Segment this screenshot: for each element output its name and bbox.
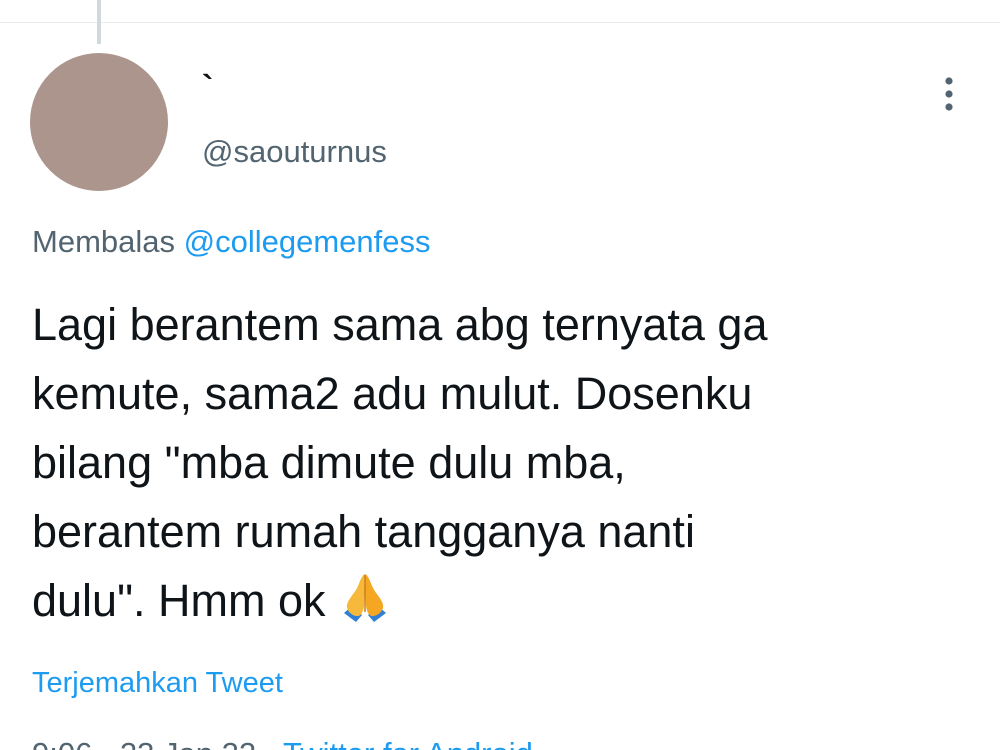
tweet-timestamp[interactable]: 9:06 · 23 Jan 22 · xyxy=(32,736,283,750)
translate-tweet-link[interactable]: Terjemahkan Tweet xyxy=(32,664,283,702)
reply-mention-link[interactable]: @collegemenfess xyxy=(184,224,431,259)
tweet-source-link[interactable]: Twitter for Android xyxy=(283,736,533,750)
tweet-text: Lagi berantem sama abg ternyata ga kemut… xyxy=(32,290,972,635)
tweet-text-line: bilang "mba dimute dulu mba, xyxy=(32,437,626,488)
reply-prefix: Membalas xyxy=(32,224,175,259)
thread-line xyxy=(97,0,101,44)
tweet-text-line: dulu". Hmm ok xyxy=(32,575,326,626)
avatar[interactable] xyxy=(30,53,168,191)
tweet-text-line: berantem rumah tangganya nanti xyxy=(32,506,695,557)
tweet-text-last-line: dulu". Hmm ok xyxy=(32,566,972,635)
reply-context: Membalas @collegemenfess xyxy=(32,222,431,262)
tweet-page: ` @saouturnus Membalas @collegemenfess L… xyxy=(0,0,1000,750)
tweet-text-line: Lagi berantem sama abg ternyata ga xyxy=(32,299,768,350)
tweet-meta: 9:06 · 23 Jan 22 · Twitter for Android xyxy=(32,734,533,750)
top-divider xyxy=(0,22,1000,23)
more-options-button[interactable] xyxy=(930,72,968,116)
user-handle[interactable]: @saouturnus xyxy=(202,132,387,172)
tweet-text-line: kemute, sama2 adu mulut. Dosenku xyxy=(32,368,753,419)
more-vertical-icon xyxy=(945,77,953,111)
folded-hands-icon xyxy=(343,574,386,622)
display-name[interactable]: ` xyxy=(202,68,213,108)
